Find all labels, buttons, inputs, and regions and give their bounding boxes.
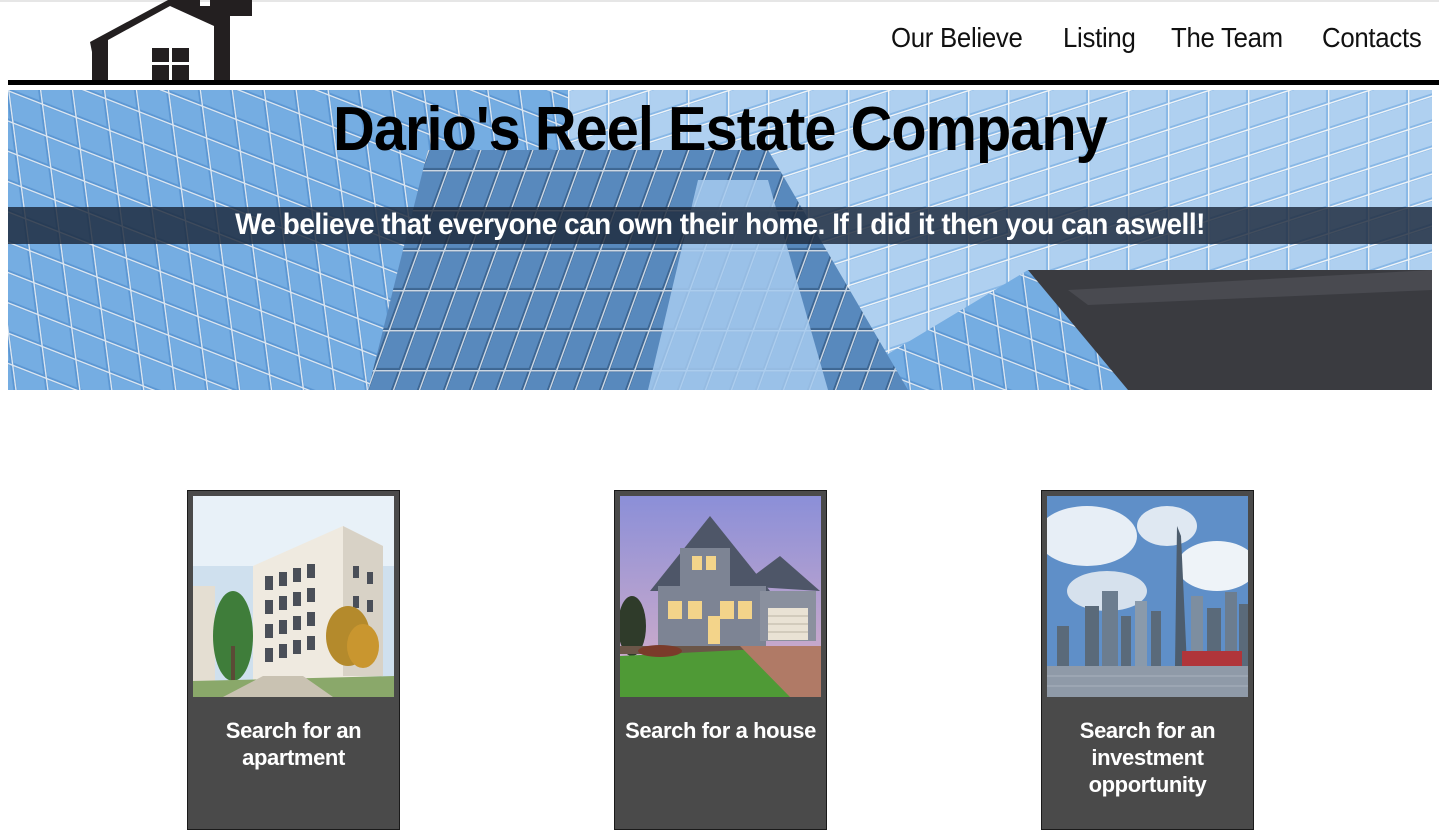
nav-link-the-team[interactable]: The Team (1171, 22, 1283, 54)
main-nav: Our Believe Listing The Team Contacts (891, 22, 1430, 54)
investment-search-card[interactable]: Search for an investment opportunity (1041, 490, 1254, 830)
apartment-search-label: Search for an apartment (225, 718, 362, 770)
header-divider (8, 80, 1439, 85)
house-logo-icon[interactable] (90, 0, 252, 82)
site-header: Our Believe Listing The Team Contacts (8, 0, 1439, 82)
apartment-search-card[interactable]: Search for an apartment (187, 490, 400, 830)
house-search-card[interactable]: Search for a house (614, 490, 827, 830)
investment-search-label: Search for an investment opportunity (1079, 718, 1216, 797)
nav-link-contacts[interactable]: Contacts (1322, 22, 1422, 54)
apartment-building-image (193, 496, 394, 697)
nav-link-our-believe[interactable]: Our Believe (891, 22, 1023, 54)
house-search-label: Search for a house (625, 718, 816, 743)
page-title: Dario's Reel Estate Company (333, 95, 1108, 164)
house-image (620, 496, 821, 697)
nav-link-listing[interactable]: Listing (1063, 22, 1136, 54)
city-skyline-image (1047, 496, 1248, 697)
hero-banner: Dario's Reel Estate Company We believe t… (8, 90, 1432, 390)
tagline: We believe that everyone can own their h… (235, 208, 1205, 241)
